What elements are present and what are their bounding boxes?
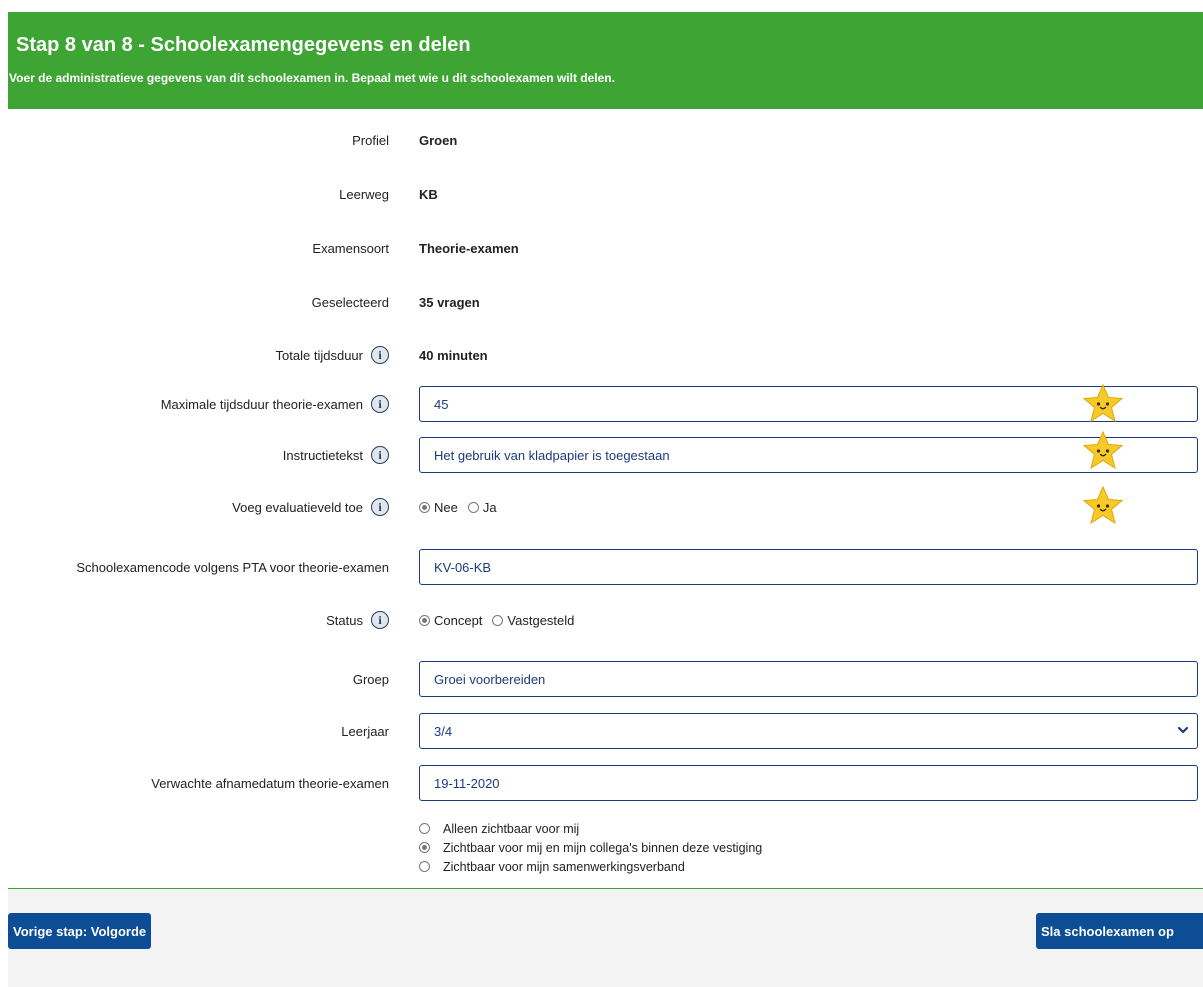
page-subtitle: Voer de administratieve gegevens van dit… xyxy=(9,71,615,85)
radio-selected-icon[interactable] xyxy=(419,614,430,626)
visibility-option-label: Alleen zichtbaar voor mij xyxy=(443,821,580,836)
row-geselecteerd: Geselecteerd 35 vragen xyxy=(0,284,1203,320)
status-label: Status xyxy=(326,612,363,628)
previous-step-button[interactable]: Vorige stap: Volgorde xyxy=(8,913,152,949)
radio-unselected-icon[interactable] xyxy=(419,823,430,834)
status-option-concept-label: Concept xyxy=(434,612,483,628)
row-leerweg: Leerweg KB xyxy=(0,176,1203,212)
schoolexamencode-value: KV-06-KB xyxy=(434,559,492,575)
totale-tijdsduur-value: 40 minuten xyxy=(419,347,488,363)
schoolexamencode-input[interactable]: KV-06-KB xyxy=(419,549,1198,585)
footer-bar xyxy=(8,889,1203,987)
status-option-vastgesteld-label: Vastgesteld xyxy=(507,612,575,628)
visibility-option-samenwerkingsverband[interactable]: Zichtbaar voor mijn samenwerkingsverband xyxy=(419,857,762,876)
leerjaar-label: Leerjaar xyxy=(341,723,389,739)
leerjaar-value: 3/4 xyxy=(434,723,453,739)
info-icon[interactable]: i xyxy=(371,395,389,413)
radio-unselected-icon[interactable] xyxy=(492,614,504,626)
maximale-tijdsduur-label-wrap: Maximale tijdsduur theorie-examen i xyxy=(161,386,389,422)
evaluatieveld-radio-group: Nee Ja xyxy=(419,489,507,525)
leerjaar-select[interactable]: 3/4 xyxy=(419,713,1198,749)
star-icon xyxy=(1082,383,1124,423)
visibility-option-vestiging[interactable]: Zichtbaar voor mij en mijn collega's bin… xyxy=(419,838,762,857)
instructietekst-label-wrap: Instructietekst i xyxy=(283,437,389,473)
evaluatieveld-option-nee[interactable]: Nee xyxy=(419,500,458,515)
profiel-value: Groen xyxy=(419,132,458,148)
instructietekst-value: Het gebruik van kladpapier is toegestaan xyxy=(434,447,670,463)
row-groep: Groep Groei voorbereiden xyxy=(0,661,1203,697)
star-icon xyxy=(1082,430,1124,470)
info-icon[interactable]: i xyxy=(371,611,389,629)
geselecteerd-value: 35 vragen xyxy=(419,294,480,310)
groep-input[interactable]: Groei voorbereiden xyxy=(419,661,1198,697)
schoolexamencode-label: Schoolexamencode volgens PTA voor theori… xyxy=(76,559,389,575)
visibility-option-alleen-mij[interactable]: Alleen zichtbaar voor mij xyxy=(419,819,762,838)
row-profiel: Profiel Groen xyxy=(0,122,1203,158)
instructietekst-label: Instructietekst xyxy=(282,447,363,463)
visibility-radio-group: Alleen zichtbaar voor mij Zichtbaar voor… xyxy=(419,819,762,876)
row-status: Status i Concept Vastgesteld xyxy=(0,602,1203,638)
page-header: Stap 8 van 8 - Schoolexamengegevens en d… xyxy=(8,12,1203,109)
status-radio-group: Concept Vastgesteld xyxy=(419,602,584,638)
leerweg-label: Leerweg xyxy=(339,186,389,202)
radio-selected-icon[interactable] xyxy=(419,501,430,513)
profiel-label: Profiel xyxy=(352,132,389,148)
info-icon[interactable]: i xyxy=(371,446,389,464)
radio-selected-icon[interactable] xyxy=(419,842,430,853)
afnamedatum-label: Verwachte afnamedatum theorie-examen xyxy=(151,775,389,791)
status-option-concept[interactable]: Concept xyxy=(419,613,482,628)
star-icon xyxy=(1082,485,1124,525)
geselecteerd-label: Geselecteerd xyxy=(311,294,389,310)
info-icon[interactable]: i xyxy=(371,346,389,364)
visibility-option-label: Zichtbaar voor mijn samenwerkingsverband xyxy=(443,859,685,874)
row-totale-tijdsduur: Totale tijdsduur i 40 minuten xyxy=(0,337,1203,373)
row-schoolexamencode: Schoolexamencode volgens PTA voor theori… xyxy=(0,549,1203,585)
info-icon[interactable]: i xyxy=(371,498,389,516)
visibility-option-label: Zichtbaar voor mij en mijn collega's bin… xyxy=(443,840,763,855)
row-instructietekst: Instructietekst i Het gebruik van kladpa… xyxy=(0,437,1203,473)
maximale-tijdsduur-label: Maximale tijdsduur theorie-examen xyxy=(160,396,363,412)
leerweg-value: KB xyxy=(419,186,438,202)
save-schoolexam-button[interactable]: Sla schoolexamen op xyxy=(1036,913,1203,949)
row-leerjaar: Leerjaar 3/4 xyxy=(0,713,1203,749)
totale-tijdsduur-label: Totale tijdsduur xyxy=(275,347,363,363)
row-afnamedatum: Verwachte afnamedatum theorie-examen 19-… xyxy=(0,765,1203,801)
totale-tijdsduur-label-wrap: Totale tijdsduur i xyxy=(276,337,389,373)
row-examensoort: Examensoort Theorie-examen xyxy=(0,230,1203,266)
evaluatieveld-label-wrap: Voeg evaluatieveld toe i xyxy=(232,489,389,525)
afnamedatum-value: 19-11-2020 xyxy=(434,775,500,791)
status-option-vastgesteld[interactable]: Vastgesteld xyxy=(492,613,574,628)
page-title: Stap 8 van 8 - Schoolexamengegevens en d… xyxy=(16,34,471,56)
row-maximale-tijdsduur: Maximale tijdsduur theorie-examen i 45 xyxy=(0,386,1203,422)
evaluatieveld-option-ja-label: Ja xyxy=(482,499,497,515)
evaluatieveld-option-nee-label: Nee xyxy=(434,499,458,515)
examensoort-value: Theorie-examen xyxy=(419,240,519,256)
maximale-tijdsduur-value: 45 xyxy=(434,396,449,412)
status-label-wrap: Status i xyxy=(326,602,389,638)
row-evaluatieveld: Voeg evaluatieveld toe i Nee Ja xyxy=(0,489,1203,525)
evaluatieveld-option-ja[interactable]: Ja xyxy=(467,499,497,515)
radio-unselected-icon[interactable] xyxy=(419,861,430,872)
chevron-down-icon[interactable] xyxy=(1177,724,1189,736)
afnamedatum-input[interactable]: 19-11-2020 xyxy=(419,765,1198,801)
evaluatieveld-label: Voeg evaluatieveld toe xyxy=(232,499,363,515)
groep-label: Groep xyxy=(352,671,389,687)
examensoort-label: Examensoort xyxy=(312,240,389,256)
radio-unselected-icon[interactable] xyxy=(467,501,479,513)
groep-value: Groei voorbereiden xyxy=(434,671,546,687)
